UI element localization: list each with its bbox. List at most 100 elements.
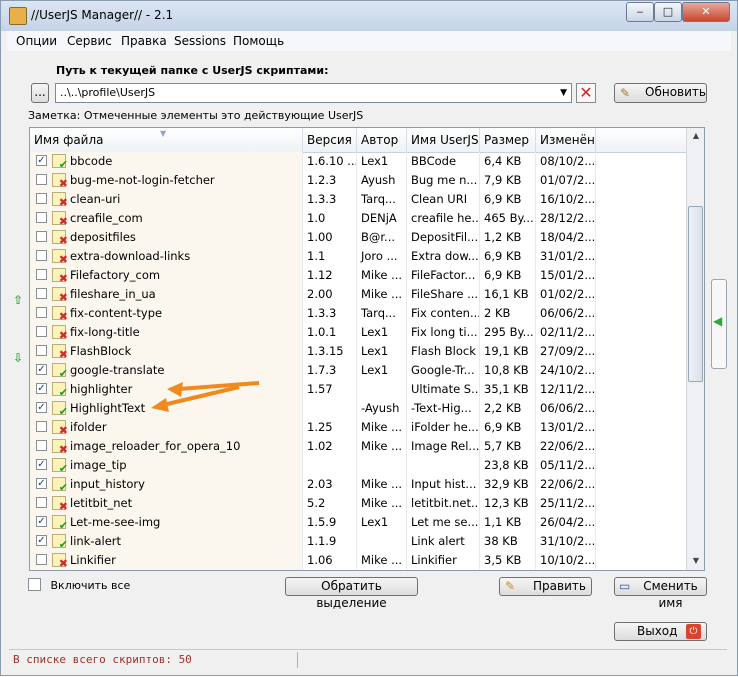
vertical-scrollbar[interactable]: ▲ ▼	[686, 128, 704, 570]
move-up-icon[interactable]: ⇧	[13, 293, 23, 311]
cell-date: 22/06/2...	[536, 437, 596, 456]
table-row[interactable]: ✖ clean-uri 1.3.3 Tarq... Clean URI 6,9 KB 16/…	[30, 190, 686, 209]
cell-size: 38 KB	[480, 532, 536, 551]
cell-filename: ✖ Filefactory_com	[30, 266, 303, 285]
row-checkbox[interactable]	[36, 421, 47, 432]
column-author[interactable]: Автор	[357, 128, 407, 152]
row-checkbox[interactable]	[36, 497, 47, 508]
table-row[interactable]: ✓ ✔ bbcode 1.6.10 ... Lex1 BBCode 6,4 KB 08/10/…	[30, 152, 686, 171]
row-checkbox[interactable]	[36, 250, 47, 261]
edit-icon: ✎	[505, 579, 516, 593]
table-row[interactable]: ✓ ✔ image_tip 23,8 KB 05/11/2...	[30, 456, 686, 475]
move-down-icon[interactable]: ⇩	[13, 351, 23, 369]
checkbox-box[interactable]	[28, 578, 41, 591]
row-checkbox[interactable]: ✓	[36, 383, 47, 394]
column-userjs-name[interactable]: Имя UserJS	[407, 128, 480, 152]
cell-size: 465 By...	[480, 209, 536, 228]
table-row[interactable]: ✖ fileshare_in_ua 2.00 Mike ... FileShare ..…	[30, 285, 686, 304]
row-checkbox[interactable]	[36, 345, 47, 356]
minimize-button[interactable]: ‒	[626, 2, 654, 22]
row-checkbox[interactable]: ✓	[36, 364, 47, 375]
row-checkbox[interactable]	[36, 326, 47, 337]
menu-options[interactable]: Опции	[16, 34, 57, 48]
rename-button[interactable]: ▭ Сменить имя	[614, 577, 707, 610]
cell-version: 1.3.3	[303, 190, 357, 209]
table-row[interactable]: ✖ fix-long-title 1.0.1 Lex1 Fix long ti... 29…	[30, 323, 686, 342]
table-row[interactable]: ✖ creafile_com 1.0 DENjA creafile he... 465 B…	[30, 209, 686, 228]
cell-date: 15/01/2...	[536, 266, 596, 285]
table-row[interactable]: ✓ ✔ google-translate 1.7.3 Lex1 Google-Tr... 1…	[30, 361, 686, 380]
script-inactive-icon: ✖	[52, 325, 68, 341]
cell-size: 6,9 KB	[480, 247, 536, 266]
clear-path-icon[interactable]: ✕	[576, 83, 596, 103]
filename-text: link-alert	[70, 534, 122, 548]
cell-js: FileFactor...	[407, 266, 480, 285]
close-button[interactable]: ✕	[682, 2, 730, 22]
row-checkbox[interactable]	[36, 288, 47, 299]
row-checkbox[interactable]: ✓	[36, 478, 47, 489]
table-row[interactable]: ✖ depositfiles 1.00 B@r... DepositFil... 1,2 …	[30, 228, 686, 247]
column-filename[interactable]: Имя файла	[30, 128, 303, 152]
table-row[interactable]: ✓ ✔ highlighter 1.57 Ultimate S... 35,1 KB 12/…	[30, 380, 686, 399]
table-row[interactable]: ✖ Linkifier 1.06 Mike ... Linkifier 3,5 KB 10/…	[30, 551, 686, 570]
refresh-button[interactable]: ✎ Обновить	[614, 83, 707, 103]
table-row[interactable]: ✓ ✔ Let-me-see-img 1.5.9 Lex1 Let me se... 1,1…	[30, 513, 686, 532]
table-row[interactable]: ✖ letitbit_net 5.2 Mike ... letitbit.net... 1…	[30, 494, 686, 513]
cell-version	[303, 456, 357, 475]
row-checkbox[interactable]	[36, 554, 47, 565]
row-checkbox[interactable]: ✓	[36, 459, 47, 470]
scroll-up-icon[interactable]: ▲	[687, 128, 704, 144]
cell-js: Fix conten...	[407, 304, 480, 323]
table-row[interactable]: ✖ ifolder 1.25 Mike ... iFolder he... 6,9 KB 1…	[30, 418, 686, 437]
cell-author: Lex1	[357, 152, 407, 171]
cell-filename: ✓ ✔ image_tip	[30, 456, 303, 475]
row-checkbox[interactable]	[36, 307, 47, 318]
table-row[interactable]: ✖ FlashBlock 1.3.15 Lex1 Flash Block 19,1 KB 2…	[30, 342, 686, 361]
scroll-down-icon[interactable]: ▼	[687, 553, 704, 569]
select-all-checkbox[interactable]: Включить все	[28, 578, 130, 592]
row-checkbox[interactable]	[36, 269, 47, 280]
cell-size: 23,8 KB	[480, 456, 536, 475]
row-checkbox[interactable]	[36, 174, 47, 185]
chevron-down-icon[interactable]: ▼	[560, 84, 567, 102]
cell-js: Link alert	[407, 532, 480, 551]
row-checkbox[interactable]: ✓	[36, 516, 47, 527]
cell-author	[357, 532, 407, 551]
row-checkbox[interactable]	[36, 440, 47, 451]
side-panel-toggle[interactable]: ◀	[711, 279, 727, 369]
table-row[interactable]: ✖ Filefactory_com 1.12 Mike ... FileFactor..…	[30, 266, 686, 285]
browse-button[interactable]: ...	[31, 83, 49, 103]
path-label: Путь к текущей папке с UserJS скриптами:	[56, 64, 329, 77]
path-combobox[interactable]: ..\..\profile\UserJS ▼	[55, 83, 572, 103]
menu-edit[interactable]: Правка	[121, 34, 167, 48]
table-row[interactable]: ✖ fix-content-type 1.3.3 Tarq... Fix conten.…	[30, 304, 686, 323]
row-checkbox[interactable]: ✓	[36, 535, 47, 546]
exit-label: Выход	[637, 624, 678, 638]
table-row[interactable]: ✓ ✔ input_history 2.03 Mike ... Input hist...…	[30, 475, 686, 494]
invert-selection-button[interactable]: Обратить выделение	[285, 577, 418, 610]
menu-service[interactable]: Сервис	[67, 34, 112, 48]
row-checkbox[interactable]	[36, 231, 47, 242]
cell-date: 01/02/2...	[536, 285, 596, 304]
column-size[interactable]: Размер	[480, 128, 536, 152]
table-row[interactable]: ✖ image_reloader_for_opera_10 1.02 Mike ...…	[30, 437, 686, 456]
row-checkbox[interactable]	[36, 212, 47, 223]
edit-button[interactable]: ✎ Править	[499, 577, 592, 596]
cell-author: Lex1	[357, 513, 407, 532]
table-row[interactable]: ✖ bug-me-not-login-fetcher 1.2.3 Ayush Bug m…	[30, 171, 686, 190]
table-row[interactable]: ✓ ✔ link-alert 1.1.9 Link alert 38 KB 31/10/2.…	[30, 532, 686, 551]
cell-js: Flash Block	[407, 342, 480, 361]
table-row[interactable]: ✓ ✔ HighlightText -Ayush -Text-Hig... 2,2 KB 0…	[30, 399, 686, 418]
menu-help[interactable]: Помощь	[233, 34, 284, 48]
scroll-thumb[interactable]	[688, 206, 703, 382]
maximize-button[interactable]: □	[654, 2, 682, 22]
cell-version: 1.5.9	[303, 513, 357, 532]
row-checkbox[interactable]: ✓	[36, 402, 47, 413]
row-checkbox[interactable]	[36, 193, 47, 204]
exit-button[interactable]: Выход ⏻	[614, 622, 707, 641]
column-modified[interactable]: Изменён	[536, 128, 596, 152]
table-row[interactable]: ✖ extra-download-links 1.1 Joro ... Extra do…	[30, 247, 686, 266]
menu-sessions[interactable]: Sessions	[174, 34, 226, 48]
column-version[interactable]: Версия	[303, 128, 357, 152]
row-checkbox[interactable]: ✓	[36, 155, 47, 166]
